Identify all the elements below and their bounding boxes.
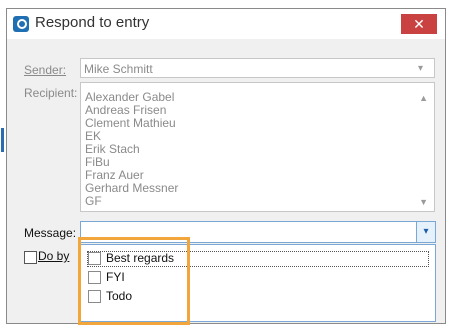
chevron-down-icon: ▾ [418,63,424,74]
do-by-label: Do by [38,249,69,263]
app-icon [13,16,29,32]
option-label: FYI [106,270,125,284]
option-checkbox[interactable] [88,290,101,303]
option-checkbox[interactable] [88,252,101,265]
sender-value: Mike Schmitt [84,62,153,76]
do-by-label-text: Do by [38,249,70,263]
title-bar: Respond to entry ✕ [7,9,445,39]
recipient-label: Recipient: [24,86,78,100]
sender-label-text: Sender: [24,63,67,77]
message-dropdown-button[interactable]: ▾ [416,222,435,242]
recipient-item[interactable]: GF [85,195,178,208]
recipient-list: Alexander Gabel Andreas Frisen Clement M… [85,91,178,208]
do-by-checkbox[interactable] [24,251,37,264]
option-best-regards[interactable]: Best regards [87,251,429,267]
scroll-down-icon[interactable]: ▼ [419,197,428,207]
recipient-list-box[interactable]: Alexander Gabel Andreas Frisen Clement M… [80,82,435,212]
sender-label: Sender: [24,63,66,77]
dialog-title: Respond to entry [35,14,150,31]
option-label: Todo [106,289,133,303]
close-button[interactable]: ✕ [401,14,437,34]
message-combo[interactable]: ▾ [80,221,436,243]
scroll-up-icon[interactable]: ▲ [419,93,428,103]
chevron-down-icon: ▾ [423,226,429,237]
background-marker [1,128,4,152]
message-label: Message: [24,226,77,240]
option-checkbox[interactable] [88,271,101,284]
sender-combo[interactable]: Mike Schmitt ▾ [80,58,435,78]
option-label: Best regards [106,251,175,265]
message-options-dropdown: Best regards FYI Todo [80,244,436,322]
